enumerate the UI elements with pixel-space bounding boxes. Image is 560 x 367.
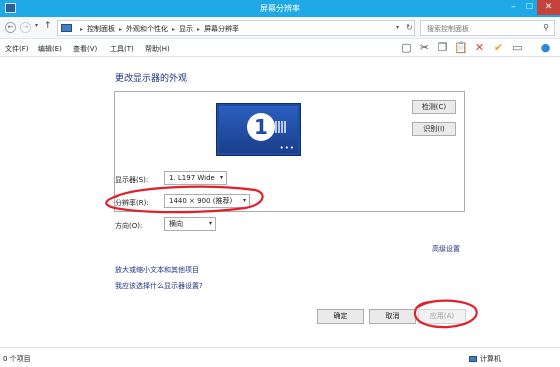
menu-view[interactable]: 查看(V)	[73, 44, 97, 54]
status-location-label: 计算机	[480, 355, 501, 363]
monitor-number: 1	[247, 113, 275, 141]
detect-button[interactable]: 检测(C)	[412, 100, 456, 114]
control-panel-icon	[61, 24, 72, 32]
chevron-down-icon: ▾	[208, 220, 212, 227]
chevron-right-icon: ▸	[197, 26, 201, 33]
text-size-link[interactable]: 放大或缩小文本和其他项目	[115, 265, 199, 275]
copy-icon[interactable]: ❐	[436, 41, 449, 54]
search-icon[interactable]: ⚲	[543, 23, 549, 32]
maximize-button[interactable]: ☐	[522, 0, 537, 15]
title-bar: 屏幕分辨率 – ☐ ✕	[0, 0, 560, 17]
help-icon[interactable]: ●	[539, 41, 552, 54]
orientation-label: 方向(O):	[115, 222, 143, 230]
forward-button[interactable]: →	[20, 22, 31, 33]
monitor-grid-icon	[275, 121, 287, 133]
paste-icon[interactable]: 📋	[454, 41, 468, 54]
refresh-icon[interactable]: ↻	[406, 23, 413, 32]
breadcrumb-item[interactable]: 外观和个性化	[126, 25, 168, 33]
cut-icon[interactable]: ✂	[418, 41, 431, 54]
search-box[interactable]: ⚲	[420, 20, 555, 36]
display-select-value: 1. L197 Wide	[169, 174, 215, 182]
close-button[interactable]: ✕	[537, 0, 560, 15]
resolution-select[interactable]: 1440 × 900 (推荐) ▾	[164, 194, 250, 208]
address-dropdown-icon[interactable]: ▾	[396, 24, 399, 31]
layout-icon[interactable]: ▢	[400, 41, 413, 54]
resolution-select-value: 1440 × 900 (推荐)	[169, 197, 233, 205]
breadcrumb-item[interactable]: 显示	[179, 25, 193, 33]
chevron-right-icon: ▸	[119, 26, 123, 33]
menu-file[interactable]: 文件(F)	[5, 44, 29, 54]
apply-button[interactable]: 应用(A)	[418, 309, 466, 324]
advanced-settings-link[interactable]: 高级设置	[432, 244, 460, 254]
delete-icon[interactable]: ✕	[473, 41, 486, 54]
display-settings-help-link[interactable]: 我应该选择什么显示器设置?	[115, 281, 203, 291]
breadcrumb-item[interactable]: 控制面板	[87, 25, 115, 33]
navigation-bar: ← → ▾ ↑ ▸控制面板▸外观和个性化▸显示▸屏幕分辨率 ▾ ↻ ⚲	[0, 17, 560, 39]
computer-icon	[469, 356, 477, 362]
search-input[interactable]	[427, 23, 537, 34]
chevron-right-icon: ▸	[172, 26, 176, 33]
address-bar[interactable]: ▸ 控制面板 ▸ 外观和个性化 ▸ 显示 ▸ 屏幕分辨率 ▾ ↻	[57, 20, 415, 36]
page-title: 更改显示器的外观	[115, 74, 188, 84]
check-icon[interactable]: ✔	[492, 41, 505, 54]
back-button[interactable]: ←	[5, 22, 16, 33]
breadcrumb-item[interactable]: 屏幕分辨率	[204, 25, 239, 33]
status-location: 计算机	[469, 354, 501, 364]
minimize-button[interactable]: –	[505, 0, 522, 15]
chevron-right-icon: ▸	[80, 26, 84, 33]
ok-button[interactable]: 确定	[317, 309, 364, 324]
breadcrumb: ▸ 控制面板 ▸ 外观和个性化 ▸ 显示 ▸ 屏幕分辨率	[76, 24, 239, 34]
orientation-select[interactable]: 横向 ▾	[164, 217, 216, 231]
main-content: 更改显示器的外观 1 ••• 检测(C) 识别(I) 显示器(S): 1. L1…	[0, 57, 560, 347]
properties-icon[interactable]: ▭	[511, 41, 524, 54]
menu-tools[interactable]: 工具(T)	[110, 44, 134, 54]
window-title: 屏幕分辨率	[260, 4, 300, 13]
display-select[interactable]: 1. L197 Wide ▾	[164, 171, 227, 185]
cancel-button[interactable]: 取消	[369, 309, 416, 324]
orientation-select-value: 横向	[169, 220, 183, 228]
chevron-down-icon: ▾	[219, 174, 223, 181]
status-bar: 0 个项目 计算机	[0, 347, 560, 367]
menu-help[interactable]: 帮助(H)	[145, 44, 170, 54]
up-arrow-icon[interactable]: ↑	[44, 21, 52, 31]
monitor-1-tile[interactable]: 1 •••	[216, 103, 301, 156]
display-label: 显示器(S):	[115, 176, 149, 184]
monitor-dots-icon: •••	[279, 144, 295, 152]
menu-bar: 文件(F) 编辑(E) 查看(V) 工具(T) 帮助(H) ▢ ✂ ❐ 📋 ✕ …	[0, 39, 560, 57]
resolution-label: 分辨率(R):	[115, 199, 149, 207]
monitor-screen: 1 •••	[219, 106, 298, 153]
identify-button[interactable]: 识别(I)	[412, 122, 456, 136]
menu-edit[interactable]: 编辑(E)	[38, 44, 62, 54]
dialog-buttons: 确定 取消 应用(A)	[0, 298, 560, 347]
item-count: 0 个项目	[3, 355, 31, 363]
recent-locations-icon[interactable]: ▾	[35, 22, 38, 29]
chevron-down-icon: ▾	[242, 197, 246, 204]
